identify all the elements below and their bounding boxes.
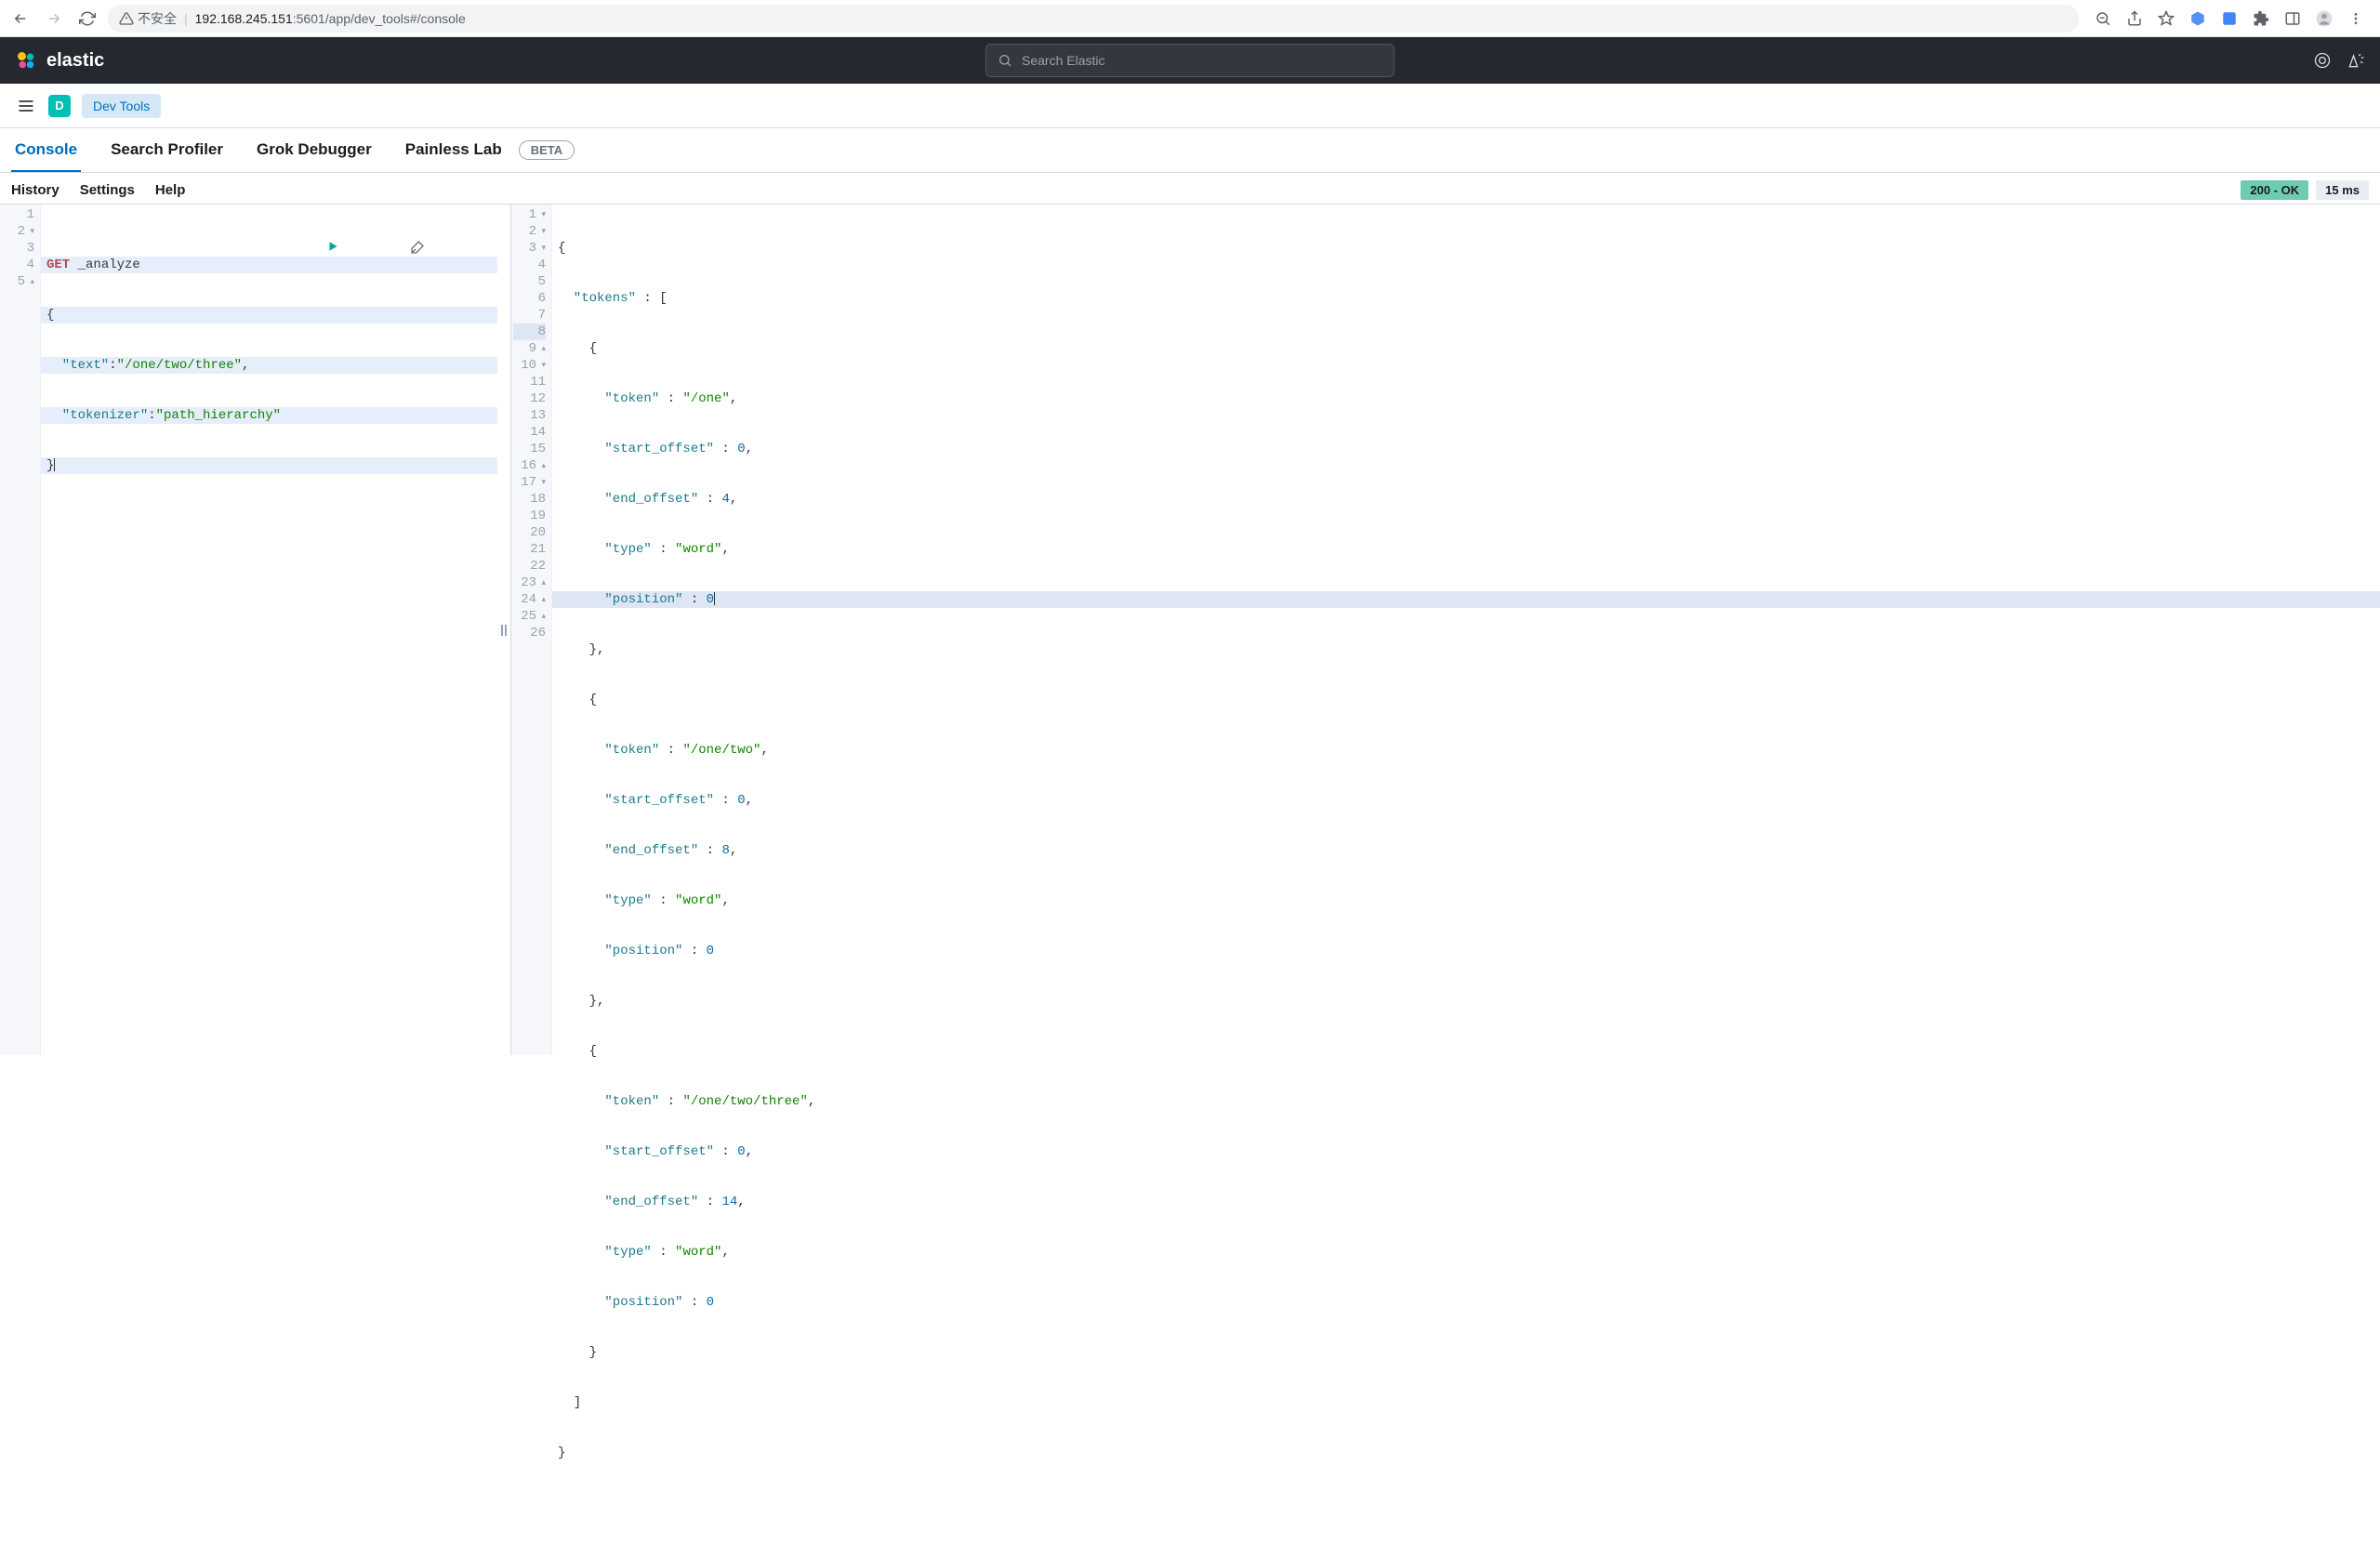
zoom-icon[interactable] bbox=[2094, 9, 2112, 28]
breadcrumb-devtools[interactable]: Dev Tools bbox=[82, 94, 161, 118]
kibana-header: elastic Search Elastic bbox=[0, 37, 2380, 84]
beta-badge: BETA bbox=[519, 140, 575, 160]
link-history[interactable]: History bbox=[11, 182, 60, 198]
extensions-icon[interactable] bbox=[2252, 9, 2270, 28]
newsfeed-icon[interactable] bbox=[2313, 51, 2332, 70]
elastic-logo-icon bbox=[15, 49, 37, 72]
back-button[interactable] bbox=[7, 6, 33, 32]
search-placeholder: Search Elastic bbox=[1022, 53, 1104, 68]
tab-search-profiler[interactable]: Search Profiler bbox=[107, 128, 227, 172]
bookmark-icon[interactable] bbox=[2157, 9, 2175, 28]
response-status: 200 - OK bbox=[2241, 180, 2308, 200]
tab-painless-lab[interactable]: Painless Lab bbox=[402, 128, 506, 172]
extension-icon-1[interactable] bbox=[2188, 9, 2207, 28]
response-gutter: 1▾ 2▾ 3▾ 4 5 6 7 8 9▴ 10▾ 11 12 13 14 15… bbox=[511, 205, 552, 1055]
console-toolbar: History Settings Help 200 - OK 15 ms bbox=[0, 173, 2380, 204]
link-help[interactable]: Help bbox=[155, 182, 186, 198]
request-editor[interactable]: GET _analyze { "text":"/one/two/three", … bbox=[41, 205, 497, 1055]
elastic-logo[interactable]: elastic bbox=[15, 49, 104, 72]
url-text: 192.168.245.151:5601/app/dev_tools#/cons… bbox=[195, 11, 466, 26]
header-actions bbox=[2313, 51, 2365, 70]
forward-button[interactable] bbox=[41, 6, 67, 32]
share-icon[interactable] bbox=[2125, 9, 2144, 28]
request-pane: 1 2▾ 3 4 5▴ GET _analyze { "text":"/one/… bbox=[0, 205, 497, 1055]
devtools-tabs: Console Search Profiler Grok Debugger Pa… bbox=[0, 128, 2380, 173]
link-settings[interactable]: Settings bbox=[80, 182, 135, 198]
pane-resizer[interactable] bbox=[497, 205, 510, 1055]
side-panel-icon[interactable] bbox=[2283, 9, 2302, 28]
browser-toolbar: 不安全 | 192.168.245.151:5601/app/dev_tools… bbox=[0, 0, 2380, 37]
translate-icon[interactable] bbox=[2220, 9, 2239, 28]
request-actions bbox=[326, 206, 488, 288]
response-viewer[interactable]: { "tokens" : [ { "token" : "/one", "star… bbox=[552, 205, 2380, 1055]
global-search[interactable]: Search Elastic bbox=[985, 44, 1395, 77]
address-bar[interactable]: 不安全 | 192.168.245.151:5601/app/dev_tools… bbox=[108, 5, 2079, 33]
tab-console[interactable]: Console bbox=[11, 128, 81, 172]
nav-toggle[interactable] bbox=[15, 95, 37, 117]
cheer-icon[interactable] bbox=[2347, 51, 2365, 70]
request-gutter: 1 2▾ 3 4 5▴ bbox=[0, 205, 41, 1055]
space-badge[interactable]: D bbox=[48, 95, 71, 117]
sub-header: D Dev Tools bbox=[0, 84, 2380, 128]
request-options-button[interactable] bbox=[410, 206, 488, 288]
editor-split: 1 2▾ 3 4 5▴ GET _analyze { "text":"/one/… bbox=[0, 204, 2380, 1055]
reload-button[interactable] bbox=[74, 6, 100, 32]
response-pane: 1▾ 2▾ 3▾ 4 5 6 7 8 9▴ 10▾ 11 12 13 14 15… bbox=[510, 205, 2380, 1055]
profile-icon[interactable] bbox=[2315, 9, 2334, 28]
search-icon bbox=[998, 53, 1012, 68]
browser-actions bbox=[2086, 9, 2373, 28]
response-timing: 15 ms bbox=[2316, 180, 2369, 200]
tab-grok-debugger[interactable]: Grok Debugger bbox=[253, 128, 376, 172]
insecure-label: 不安全 bbox=[138, 9, 177, 28]
send-request-button[interactable] bbox=[326, 206, 404, 288]
menu-icon[interactable] bbox=[2347, 9, 2365, 28]
insecure-icon: 不安全 bbox=[119, 9, 177, 28]
brand-text: elastic bbox=[46, 50, 104, 72]
